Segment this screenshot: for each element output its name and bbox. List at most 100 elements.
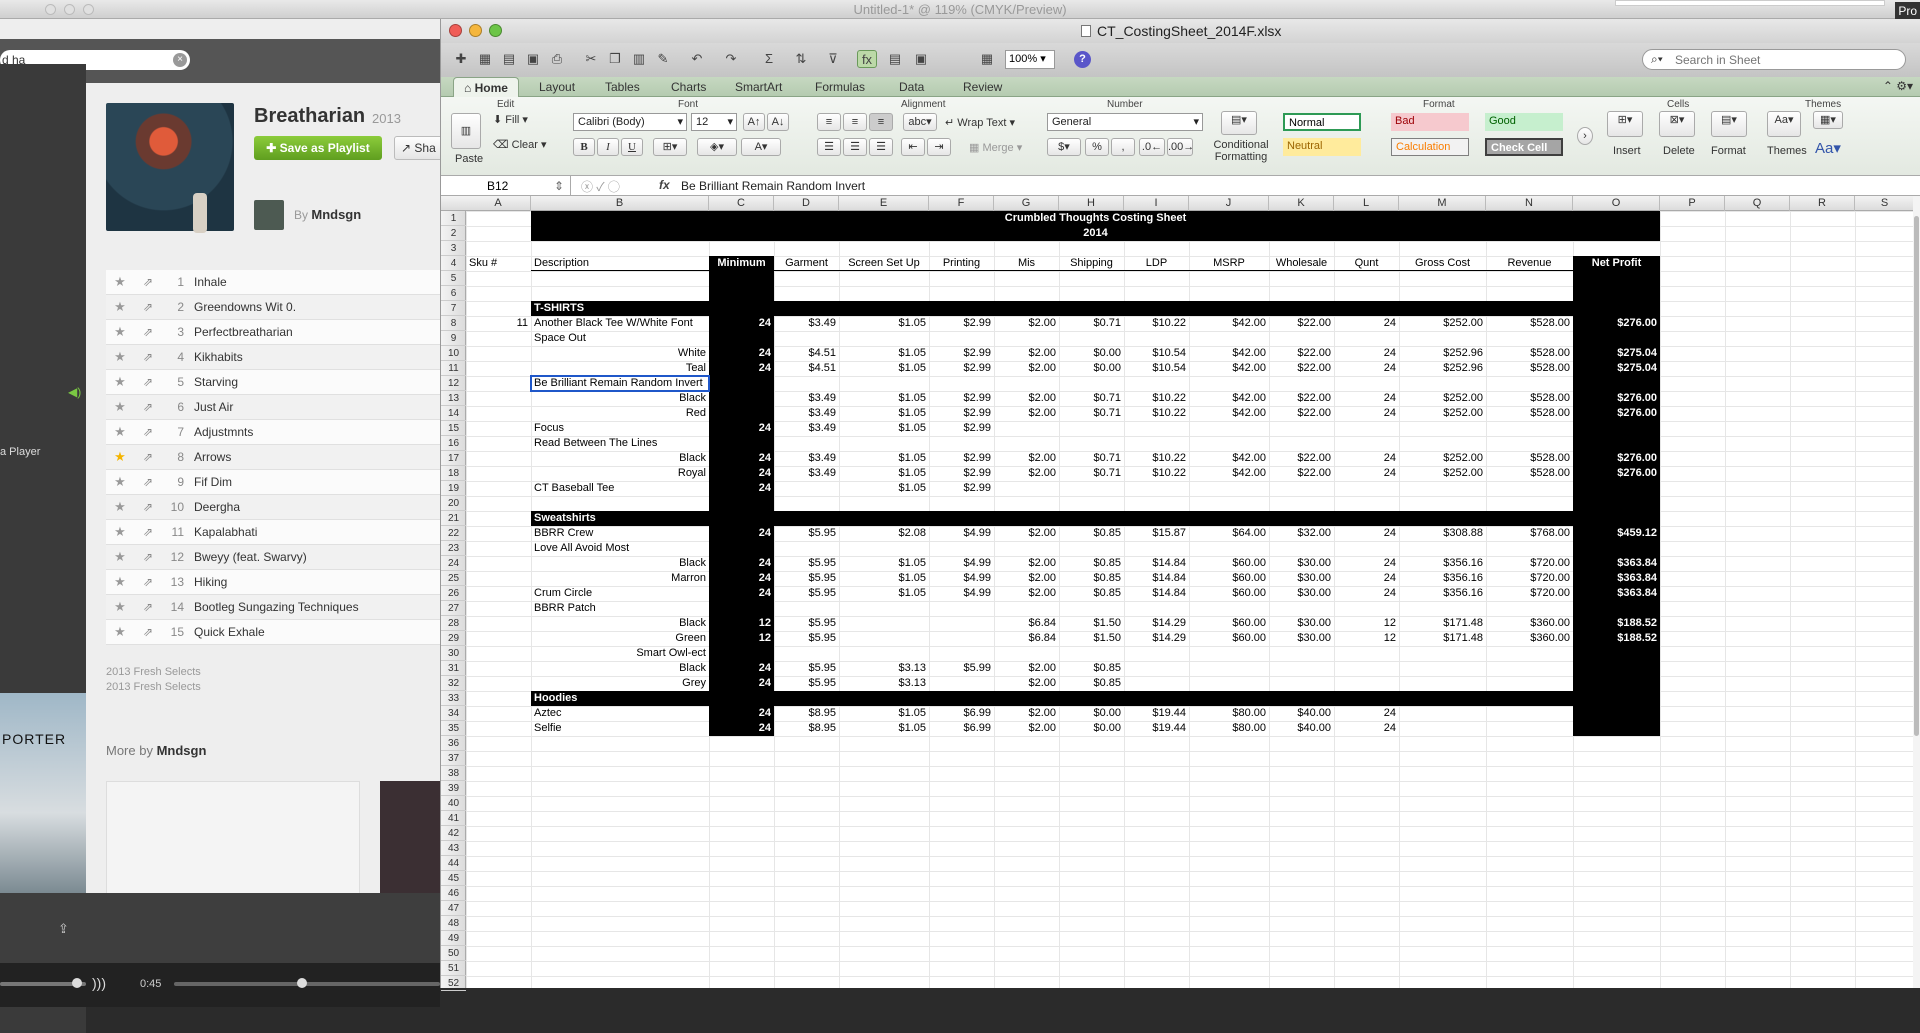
cell-i[interactable]: $10.54 xyxy=(1124,346,1189,361)
cell-l[interactable]: 24 xyxy=(1334,706,1399,721)
star-icon[interactable]: ★ xyxy=(106,524,134,540)
cell-c[interactable]: 24 xyxy=(709,661,774,676)
row-header[interactable]: 22 xyxy=(441,526,466,541)
row-header[interactable]: 47 xyxy=(441,901,466,916)
cell-e[interactable]: $1.05 xyxy=(839,451,929,466)
cell-m[interactable]: $252.00 xyxy=(1399,316,1486,331)
sort-icon[interactable]: ⇅ xyxy=(791,50,811,68)
cell-f[interactable]: $2.99 xyxy=(929,316,994,331)
cell-h[interactable]: $0.00 xyxy=(1059,361,1124,376)
track-row[interactable]: ★ ⇗ 1 Inhale xyxy=(106,270,440,295)
cell-b[interactable]: Marron xyxy=(531,571,709,586)
insert-function-icon[interactable]: fx xyxy=(659,178,670,192)
row-header[interactable]: 31 xyxy=(441,661,466,676)
cell-h[interactable]: $1.50 xyxy=(1059,631,1124,646)
cell-f[interactable]: $4.99 xyxy=(929,571,994,586)
cell-i[interactable]: $19.44 xyxy=(1124,706,1189,721)
cell-b[interactable]: Green xyxy=(531,631,709,646)
cell-f[interactable]: $2.99 xyxy=(929,421,994,436)
cell-b[interactable]: Black xyxy=(531,556,709,571)
cell-h[interactable]: $0.71 xyxy=(1059,406,1124,421)
cell-l[interactable]: 24 xyxy=(1334,346,1399,361)
star-icon[interactable]: ★ xyxy=(106,499,134,515)
clear-button[interactable]: ⌫ Clear ▾ xyxy=(493,138,547,151)
cell-g[interactable]: $2.00 xyxy=(994,406,1059,421)
cell-b[interactable]: Smart Owl-ect xyxy=(531,646,709,661)
column-header[interactable]: S xyxy=(1855,196,1915,211)
cell-j[interactable]: $42.00 xyxy=(1189,316,1269,331)
cell-n[interactable]: $528.00 xyxy=(1486,406,1573,421)
tab-data[interactable]: Data xyxy=(889,77,934,97)
cell-k[interactable]: $40.00 xyxy=(1269,706,1334,721)
cell-f[interactable]: $2.99 xyxy=(929,481,994,496)
cell-g[interactable]: $2.00 xyxy=(994,391,1059,406)
cell-n[interactable]: $720.00 xyxy=(1486,586,1573,601)
cell-e[interactable]: $1.05 xyxy=(839,706,929,721)
gallery-icon[interactable]: ▦ xyxy=(977,50,997,68)
theme-fonts-icon[interactable]: Aa▾ xyxy=(1815,139,1841,157)
autosum-icon[interactable]: Σ xyxy=(759,50,779,68)
cell-l[interactable]: 24 xyxy=(1334,466,1399,481)
track-row[interactable]: ★ ⇗ 12 Bweyy (feat. Swarvy) xyxy=(106,545,440,570)
cell-c[interactable]: 24 xyxy=(709,451,774,466)
cell-k[interactable]: $30.00 xyxy=(1269,616,1334,631)
row-header[interactable]: 30 xyxy=(441,646,466,661)
share-icon[interactable]: ⇗ xyxy=(134,375,162,389)
cell-b[interactable]: Grey xyxy=(531,676,709,691)
row-header[interactable]: 10 xyxy=(441,346,466,361)
cell-d[interactable]: $5.95 xyxy=(774,526,839,541)
star-icon[interactable]: ★ xyxy=(106,424,134,440)
star-icon[interactable]: ★ xyxy=(106,449,134,465)
row-header[interactable]: 37 xyxy=(441,751,466,766)
cell-d[interactable]: $5.95 xyxy=(774,631,839,646)
cell-h[interactable]: $0.71 xyxy=(1059,466,1124,481)
section-label[interactable]: Sweatshirts xyxy=(531,511,709,526)
cell-b[interactable]: Black xyxy=(531,391,709,406)
cell-d[interactable]: $8.95 xyxy=(774,706,839,721)
clear-search-icon[interactable]: × xyxy=(173,53,187,67)
formula-builder-icon[interactable]: fx xyxy=(857,50,877,68)
sidebar-item-player[interactable]: a Player xyxy=(0,446,40,458)
cell-n[interactable]: $528.00 xyxy=(1486,451,1573,466)
column-header[interactable]: A xyxy=(466,196,531,211)
cell-m[interactable]: $252.00 xyxy=(1399,391,1486,406)
cell-l[interactable]: 12 xyxy=(1334,631,1399,646)
cell-e[interactable]: $3.13 xyxy=(839,661,929,676)
align-middle-icon[interactable]: ≡ xyxy=(843,113,867,131)
cell-m[interactable]: $356.16 xyxy=(1399,571,1486,586)
cell-f[interactable]: $4.99 xyxy=(929,586,994,601)
cell-g[interactable]: $2.00 xyxy=(994,586,1059,601)
search-in-sheet-input[interactable] xyxy=(1675,51,1895,68)
ribbon-collapse-icon[interactable]: ⌃ ⚙▾ xyxy=(1883,79,1913,93)
cell-m[interactable]: $356.16 xyxy=(1399,586,1486,601)
cell-f[interactable]: $2.99 xyxy=(929,406,994,421)
star-icon[interactable]: ★ xyxy=(106,399,134,415)
cell-j[interactable]: $80.00 xyxy=(1189,721,1269,736)
templates-icon[interactable]: ▦ xyxy=(475,50,495,68)
cell-l[interactable]: 24 xyxy=(1334,361,1399,376)
theme-colors-icon[interactable]: ▦▾ xyxy=(1813,111,1843,129)
share-icon[interactable]: ⇗ xyxy=(134,450,162,464)
number-format-select[interactable]: General ▾ xyxy=(1047,113,1203,131)
cell-k[interactable]: $22.00 xyxy=(1269,466,1334,481)
track-row[interactable]: ★ ⇗ 9 Fif Dim xyxy=(106,470,440,495)
row-header[interactable]: 24 xyxy=(441,556,466,571)
toolbox-icon[interactable]: ▤ xyxy=(885,50,905,68)
cell-c[interactable]: 24 xyxy=(709,586,774,601)
tab-tables[interactable]: Tables xyxy=(595,77,650,97)
decrease-font-icon[interactable]: A↓ xyxy=(767,113,789,131)
paste-icon[interactable]: ▥ xyxy=(629,50,649,68)
row-header[interactable]: 18 xyxy=(441,466,466,481)
cell-b[interactable]: Black xyxy=(531,451,709,466)
column-header[interactable]: B xyxy=(531,196,709,211)
row-header[interactable]: 26 xyxy=(441,586,466,601)
format-cells-label[interactable]: Format xyxy=(1711,145,1746,157)
row-header[interactable]: 4 xyxy=(441,256,466,271)
cell-n[interactable]: $528.00 xyxy=(1486,346,1573,361)
cell-m[interactable]: $252.00 xyxy=(1399,466,1486,481)
column-title[interactable]: Gross Cost xyxy=(1399,256,1486,271)
row-header[interactable]: 46 xyxy=(441,886,466,901)
cell-c[interactable]: 24 xyxy=(709,316,774,331)
cell-j[interactable]: $60.00 xyxy=(1189,616,1269,631)
left-album-art[interactable]: PORTER xyxy=(0,693,86,893)
